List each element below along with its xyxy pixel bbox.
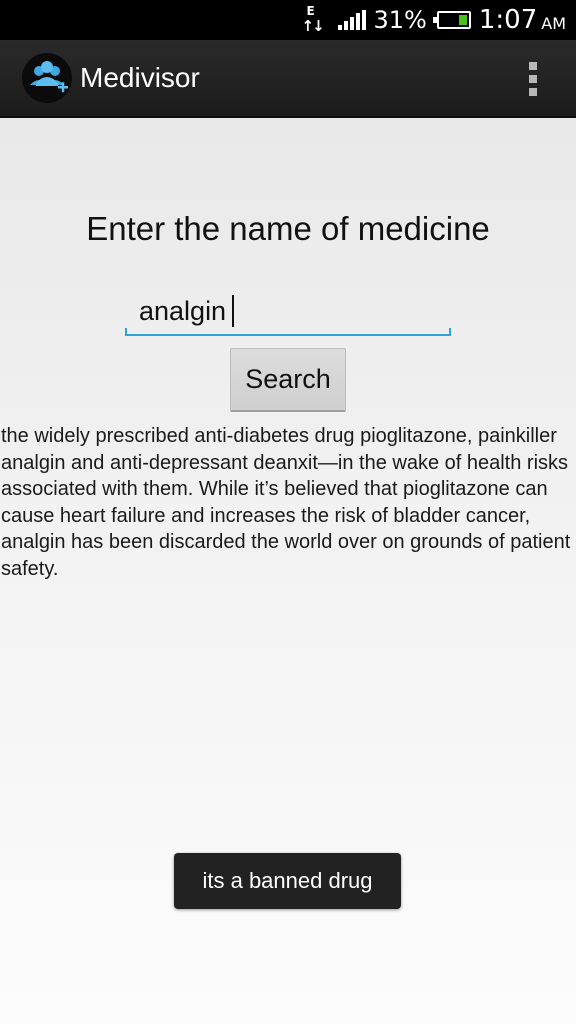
signal-strength-icon <box>337 10 366 30</box>
battery-percent: 31% <box>373 6 427 34</box>
search-button[interactable]: Search <box>230 348 346 412</box>
toast-message: its a banned drug <box>174 853 401 909</box>
medivisor-people-plus-icon[interactable] <box>22 53 72 103</box>
page-heading: Enter the name of medicine <box>86 210 490 247</box>
result-description: the widely prescribed anti-diabetes drug… <box>1 425 571 580</box>
battery-icon <box>432 11 471 29</box>
data-transfer-arrows-icon: ↑↓ <box>301 17 325 35</box>
clock-ampm: AM <box>541 13 566 33</box>
action-bar: Medivisor <box>0 40 576 118</box>
overflow-menu-icon[interactable] <box>528 62 538 96</box>
status-bar: E ↑↓ 31% 1:07 AM <box>0 0 576 40</box>
status-icons: E ↑↓ 31% 1:07 AM <box>302 0 566 40</box>
input-underline-left-tick <box>125 328 127 336</box>
medicine-name-input[interactable] <box>125 288 451 336</box>
data-network-icon: E ↑↓ <box>301 3 325 37</box>
app-title: Medivisor <box>80 62 200 93</box>
text-cursor <box>232 295 234 327</box>
network-type-label: E <box>306 4 315 18</box>
battery-level-fill <box>458 15 467 25</box>
toast-text: its a banned drug <box>202 868 373 893</box>
input-underline-right-tick <box>449 328 451 336</box>
clock-time: 1:07 <box>478 5 538 35</box>
